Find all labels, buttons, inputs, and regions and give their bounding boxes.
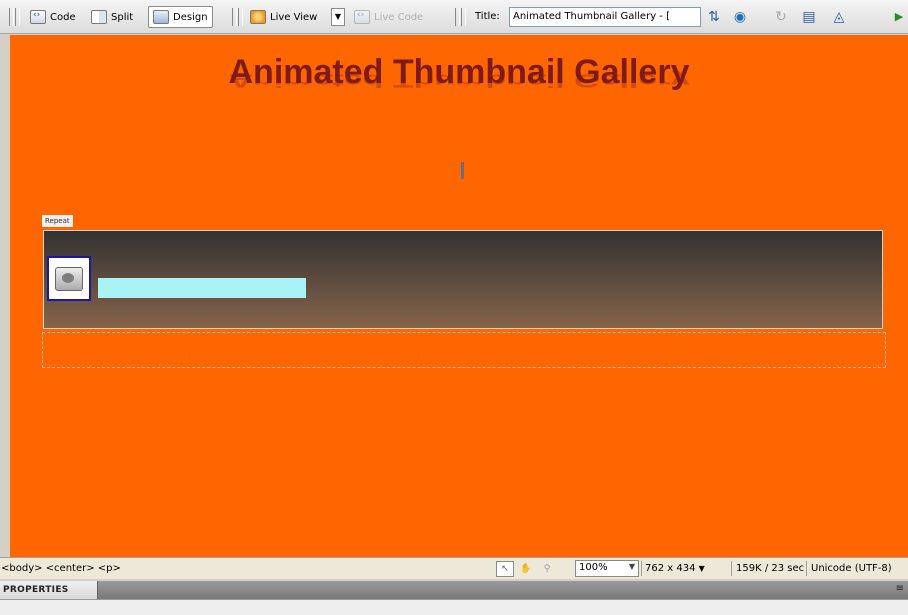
design-view-label: Design: [173, 11, 208, 23]
spry-marker[interactable]: [461, 162, 464, 179]
preview-globe-icon[interactable]: ◉: [731, 8, 749, 26]
zoom-select[interactable]: 100% ▼: [575, 560, 639, 577]
chevron-down-icon: ▼: [698, 564, 705, 573]
heading-reflection: Animated Thumbnail Gallery: [228, 70, 690, 91]
chevron-down-icon: ▼: [628, 562, 635, 571]
tag-selector[interactable]: <body> <center> <p>: [1, 563, 121, 574]
design-view-button[interactable]: Design: [148, 6, 213, 28]
properties-header[interactable]: PROPERTIES ≡: [0, 581, 908, 599]
divider: [641, 561, 642, 576]
live-view-dropdown[interactable]: ▼: [331, 8, 345, 26]
live-view-button[interactable]: Live View: [245, 6, 322, 28]
view-options-icon[interactable]: ▤: [800, 8, 818, 26]
window-size[interactable]: 762 x 434 ▼: [645, 563, 705, 574]
properties-tab[interactable]: PROPERTIES: [0, 581, 98, 599]
page-title-input[interactable]: Animated Thumbnail Gallery - [: [509, 7, 701, 27]
hand-tool-icon[interactable]: ✋: [517, 561, 535, 577]
live-code-label: Live Code: [374, 11, 424, 23]
toolbar-grip[interactable]: [232, 8, 237, 26]
live-code-button: Live Code: [349, 6, 428, 28]
status-tools: ↖ ✋ ⚲: [496, 561, 556, 577]
status-bar: <body> <center> <p> ↖ ✋ ⚲ 100% ▼ 762 x 4…: [0, 557, 908, 579]
encoding-label: Unicode (UTF-8): [811, 563, 892, 574]
design-icon: [153, 10, 169, 24]
code-icon: [30, 10, 46, 24]
live-code-icon: [354, 10, 370, 24]
toolbar-grip[interactable]: [238, 8, 243, 26]
select-tool-icon[interactable]: ↖: [496, 561, 514, 577]
properties-panel: PROPERTIES ≡: [0, 579, 908, 615]
visual-aids-icon[interactable]: ◬: [830, 8, 848, 26]
document-toolbar: Code Split Design Live View ▼ Live Code …: [0, 0, 908, 34]
panel-menu-icon[interactable]: ≡: [896, 583, 904, 594]
toolbar-grip[interactable]: [461, 8, 466, 26]
split-view-button[interactable]: Split: [86, 6, 138, 28]
title-label: Title:: [475, 11, 500, 22]
design-canvas[interactable]: Animated Thumbnail Gallery Animated Thum…: [10, 35, 908, 557]
thumbnail-image[interactable]: [47, 256, 91, 301]
empty-region[interactable]: [42, 332, 886, 368]
split-icon: [91, 10, 107, 24]
code-view-button[interactable]: Code: [25, 6, 81, 28]
toolbar-grip[interactable]: [15, 8, 20, 26]
download-size: 159K / 23 sec: [736, 563, 805, 574]
file-management-icon[interactable]: ⇅: [705, 8, 723, 26]
validate-icon[interactable]: ▶: [890, 8, 908, 26]
live-view-icon: [250, 10, 266, 24]
zoom-value: 100%: [579, 562, 608, 573]
refresh-icon[interactable]: ↻: [772, 8, 790, 26]
divider: [806, 561, 807, 576]
toolbar-grip[interactable]: [455, 8, 460, 26]
divider: [731, 561, 732, 576]
chevron-down-icon: ▼: [334, 12, 342, 21]
image-placeholder-icon: [55, 266, 83, 291]
description-placeholder[interactable]: {ds1::description}: [98, 278, 306, 298]
window-size-value: 762 x 434: [645, 563, 696, 574]
repeat-region[interactable]: {ds1::description}: [43, 230, 883, 329]
repeat-region-tab[interactable]: Repeat: [42, 215, 73, 227]
zoom-tool-icon[interactable]: ⚲: [538, 561, 556, 577]
properties-body: [0, 599, 908, 615]
toolbar-grip[interactable]: [9, 8, 14, 26]
code-view-label: Code: [50, 11, 76, 23]
split-view-label: Split: [111, 11, 134, 23]
live-view-label: Live View: [270, 11, 318, 23]
